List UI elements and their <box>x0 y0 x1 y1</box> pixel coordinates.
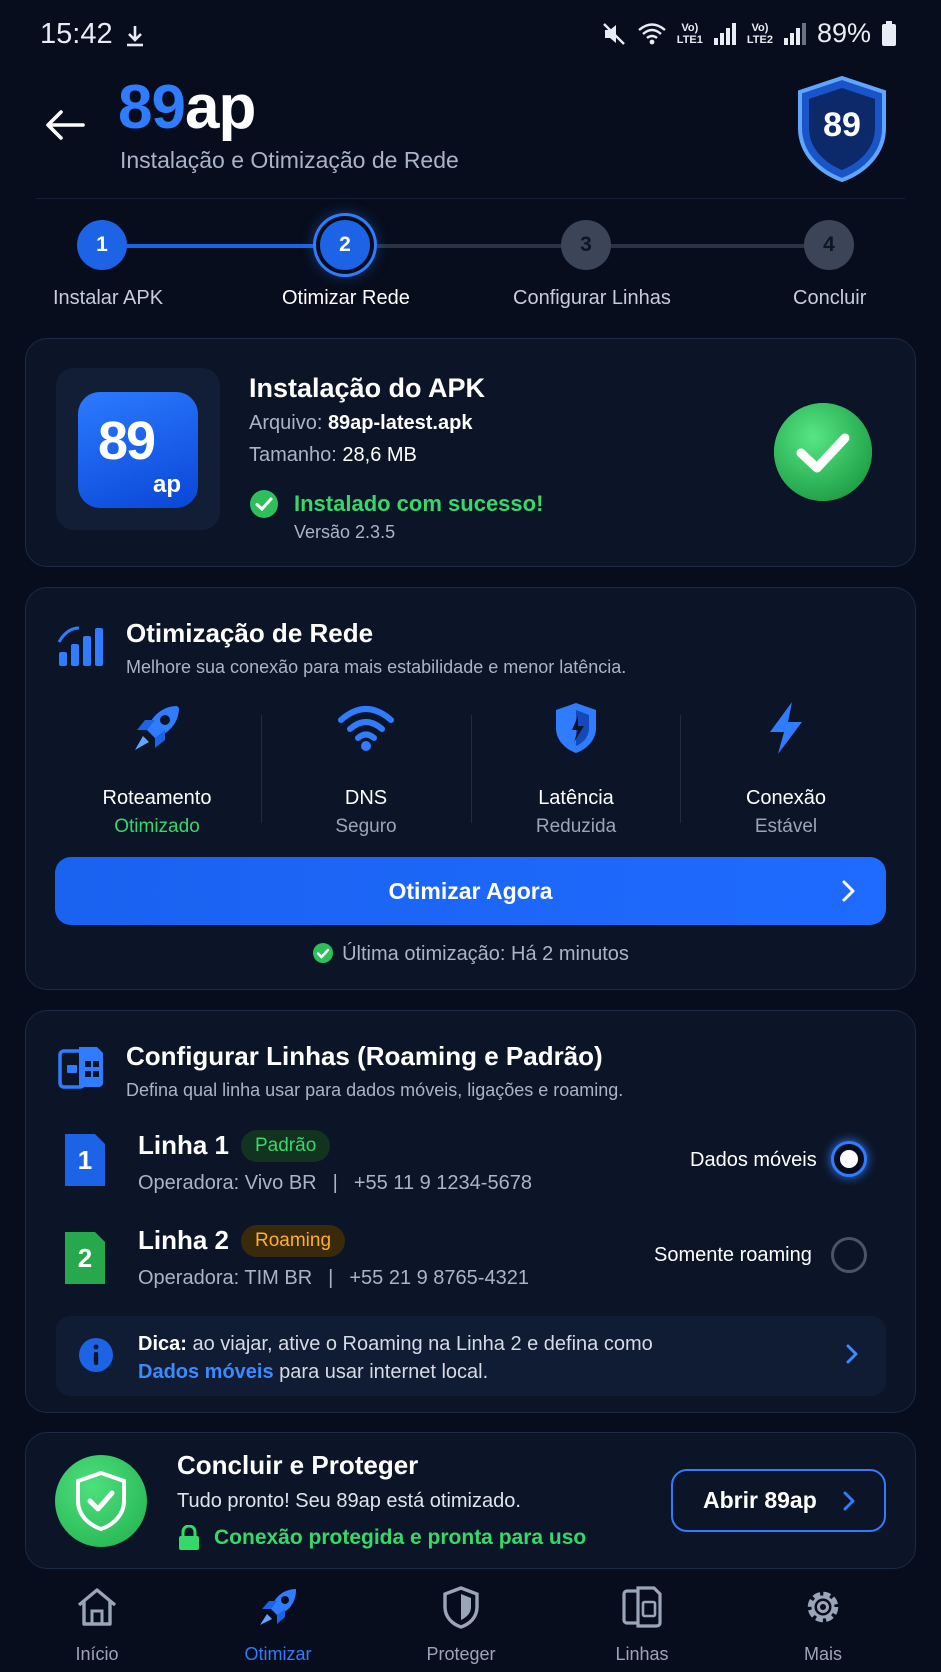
conclude-shield <box>55 1455 147 1547</box>
sim-number: 2 <box>77 1243 93 1273</box>
step-4-label: Concluir <box>793 287 867 309</box>
lock-icon <box>179 1525 199 1550</box>
chevron-right-icon <box>842 880 855 902</box>
battery-icon <box>882 20 896 46</box>
metric-dns: DNS Seguro <box>266 700 466 838</box>
wifi-icon <box>338 706 394 751</box>
step-2[interactable]: 2 <box>320 220 370 270</box>
check-circle-icon <box>313 943 334 963</box>
metric-latency: Latência Reduzida <box>476 700 676 838</box>
status-icons: Vo) LTE1 Vo) LTE2 89% <box>601 18 897 49</box>
header-divider <box>36 198 905 199</box>
line-2-badge: Roaming <box>241 1225 346 1257</box>
lines-description: Defina qual linha usar para dados móveis… <box>126 1080 624 1100</box>
step-3[interactable]: 3 <box>561 220 611 270</box>
line-1-option-label: Dados móveis <box>690 1149 817 1171</box>
battery-percent: 89% <box>816 18 871 48</box>
signal-icon <box>783 22 806 45</box>
lte1-indicator: Vo) LTE1 <box>676 21 703 46</box>
lines-title: Configurar Linhas (Roaming e Padrão) <box>126 1041 603 1071</box>
metric-divider <box>261 715 262 823</box>
status-time: 15:42 <box>40 18 113 50</box>
chevron-right-icon <box>843 1491 855 1511</box>
mute-icon <box>602 22 625 45</box>
install-status: Instalado com sucesso! <box>294 491 544 516</box>
shield-badge: 89 <box>796 75 888 183</box>
conclude-description: Tudo pronto! Seu 89ap está otimizado. <box>177 1490 521 1512</box>
lte2-indicator: Vo) LTE2 <box>746 21 773 46</box>
app-brand: 89ap <box>118 73 256 142</box>
nav-lines[interactable]: Linhas <box>577 1585 707 1665</box>
home-icon <box>77 1588 117 1626</box>
status-bar: 15:42 Vo) LTE1 Vo) LTE2 89% <box>0 0 941 70</box>
metric-divider <box>471 715 472 823</box>
back-button[interactable] <box>38 98 92 152</box>
line-1-radio[interactable] <box>831 1141 867 1177</box>
conclude-title: Concluir e Proteger <box>177 1450 419 1480</box>
step-4[interactable]: 4 <box>804 220 854 270</box>
chevron-right-icon <box>846 1344 858 1364</box>
rocket-icon <box>135 706 179 750</box>
step-1[interactable]: 1 <box>77 220 127 270</box>
sim-number: 1 <box>77 1145 93 1175</box>
apk-version: Versão 2.3.5 <box>294 522 396 542</box>
shield-badge-number: 89 <box>823 106 861 144</box>
line-1-badge: Padrão <box>241 1130 331 1162</box>
shield-check-icon <box>76 1471 126 1531</box>
sim-icon <box>622 1586 662 1628</box>
apk-file: Arquivo: 89ap-latest.apk <box>249 412 473 434</box>
apk-size: Tamanho: 28,6 MB <box>249 444 417 466</box>
metric-divider <box>680 715 681 823</box>
app-icon-number: 89 <box>98 411 156 471</box>
tip-text: Dica: ao viajar, ative o Roaming na Linh… <box>138 1333 653 1383</box>
line-2-option-label: Somente roaming <box>654 1244 812 1266</box>
open-app-button[interactable]: Abrir 89ap <box>671 1469 886 1532</box>
nav-protect[interactable]: Proteger <box>396 1585 526 1665</box>
network-title: Otimização de Rede <box>126 618 374 648</box>
metric-connection: Conexão Estável <box>686 700 886 838</box>
shield-icon <box>443 1586 479 1629</box>
download-icon <box>127 26 143 47</box>
dual-sim-icon <box>58 1047 103 1089</box>
page-subtitle: Instalação e Otimização de Rede <box>120 147 459 173</box>
check-circle-icon <box>250 490 278 518</box>
signal-bars-icon <box>57 626 103 666</box>
tip-link[interactable]: Dados móveis <box>138 1361 274 1383</box>
step-3-label: Configurar Linhas <box>513 287 671 309</box>
rocket-icon <box>260 1589 296 1625</box>
signal-icon <box>713 22 736 45</box>
line-2-radio[interactable] <box>831 1237 867 1273</box>
optimize-now-button[interactable]: Otimizar Agora <box>55 857 886 925</box>
nav-optimize[interactable]: Otimizar <box>213 1585 343 1665</box>
arrow-left-icon <box>46 110 85 140</box>
gear-icon <box>807 1591 839 1623</box>
line-1-operator: Operadora: Vivo BR | +55 11 9 1234-5678 <box>138 1172 532 1194</box>
nav-home[interactable]: Início <box>32 1585 162 1665</box>
info-icon <box>79 1338 113 1372</box>
shield-icon <box>556 703 596 753</box>
line-2-name: Linha 2 <box>138 1225 230 1255</box>
step-1-label: Instalar APK <box>53 287 164 309</box>
line-1-name: Linha 1 <box>138 1130 230 1160</box>
nav-more[interactable]: Mais <box>758 1585 888 1665</box>
success-check-icon <box>774 403 872 501</box>
apk-title: Instalação do APK <box>249 373 486 403</box>
app-icon-suffix: ap <box>153 471 182 498</box>
network-description: Melhore sua conexão para mais estabilida… <box>126 657 627 677</box>
step-progress-done <box>102 244 345 248</box>
metric-routing: Roteamento Otimizado <box>57 700 257 838</box>
last-optimization: Última otimização: Há 2 minutos <box>0 942 941 966</box>
step-2-label: Otimizar Rede <box>282 287 410 309</box>
conclude-secure-status: Conexão protegida e pronta para uso <box>214 1526 587 1549</box>
wifi-status-icon <box>638 22 666 44</box>
line-2-operator: Operadora: TIM BR | +55 21 9 8765-4321 <box>138 1267 529 1289</box>
bolt-icon <box>770 702 802 754</box>
